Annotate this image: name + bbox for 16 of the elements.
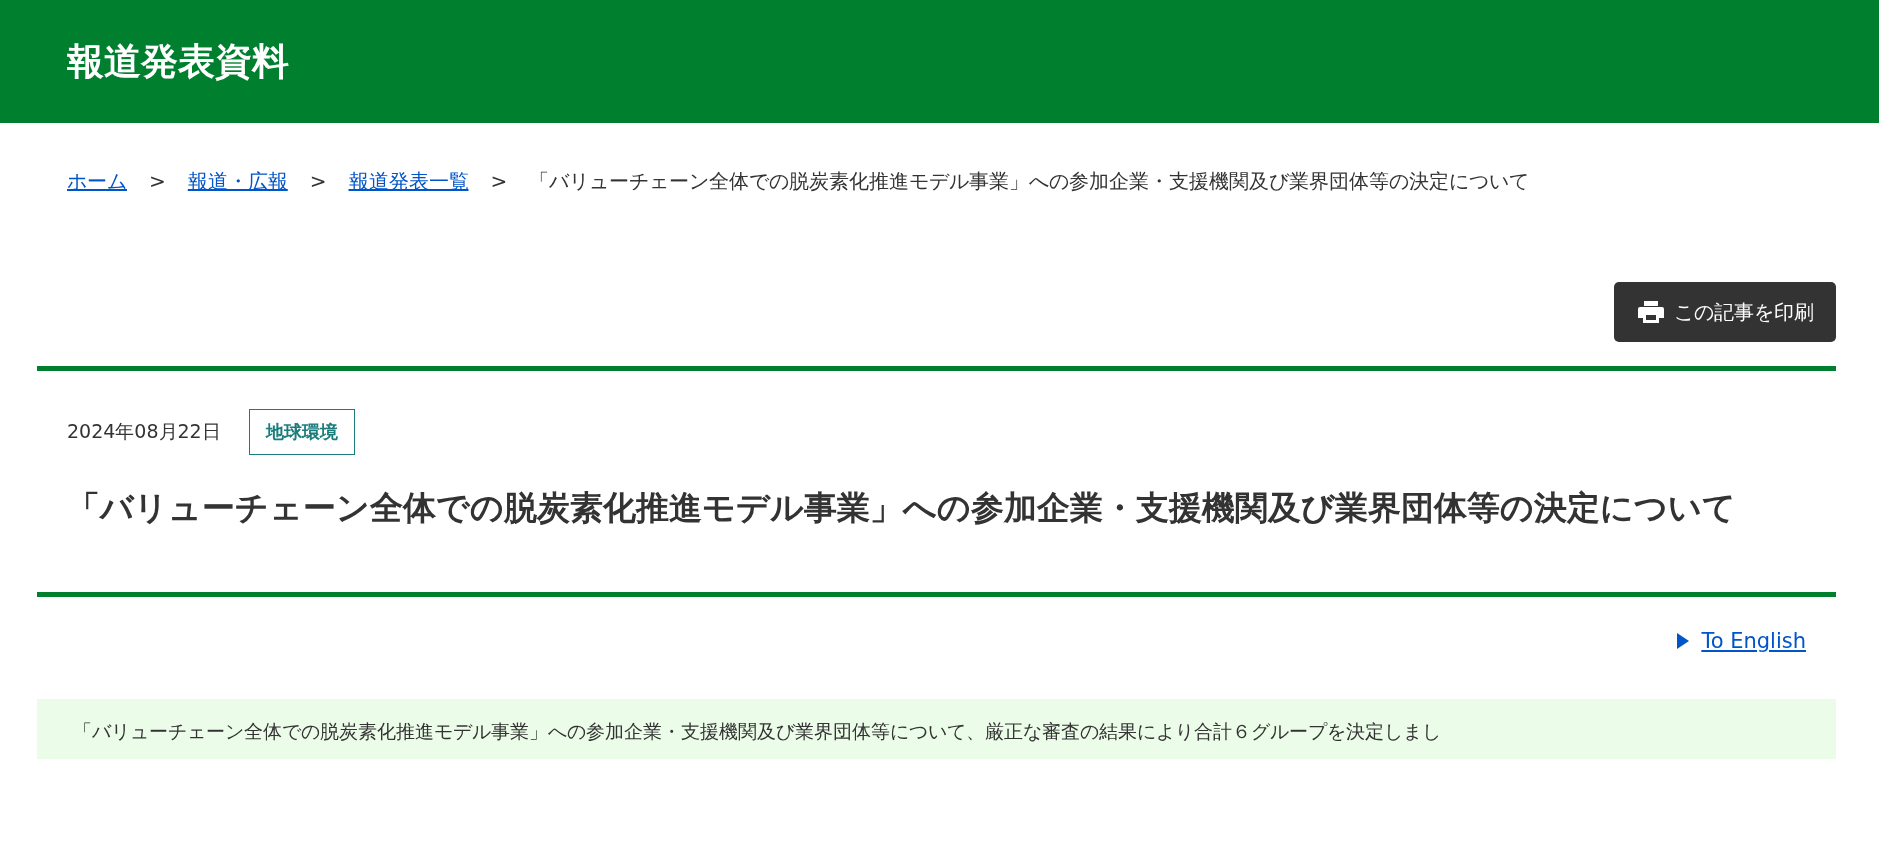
article-title: 「バリューチェーン全体での脱炭素化推進モデル事業」への参加企業・支援機関及び業界団体等の決定について	[67, 487, 1737, 529]
breadcrumb-separator: >	[149, 169, 166, 193]
print-button[interactable]: この記事を印刷	[1614, 282, 1836, 342]
triangle-icon	[1677, 633, 1690, 649]
page-title: 報道発表資料	[67, 38, 289, 85]
summary-text: 「バリューチェーン全体での脱炭素化推進モデル事業」への参加企業・支援機関及び業界団体等について、厳正な審査の結果により合計６グループを決定しまし	[73, 719, 1442, 744]
breadcrumb-separator: >	[309, 169, 327, 193]
article-date: 2024年08月22日	[67, 419, 221, 444]
breadcrumb-link[interactable]: ホーム	[67, 167, 127, 195]
breadcrumb-link[interactable]: 報道・広報	[187, 167, 288, 195]
breadcrumb-current: 「バリューチェーン全体での脱炭素化推進モデル事業」への参加企業・支援機関及び業界団体等の決定について	[529, 167, 1530, 195]
english-link[interactable]: To English	[1701, 629, 1806, 653]
printer-icon	[1638, 301, 1664, 323]
breadcrumb-separator: >	[490, 169, 508, 193]
category-tag: 地球環境	[248, 409, 355, 455]
breadcrumb-link[interactable]: 報道発表一覧	[348, 167, 469, 195]
